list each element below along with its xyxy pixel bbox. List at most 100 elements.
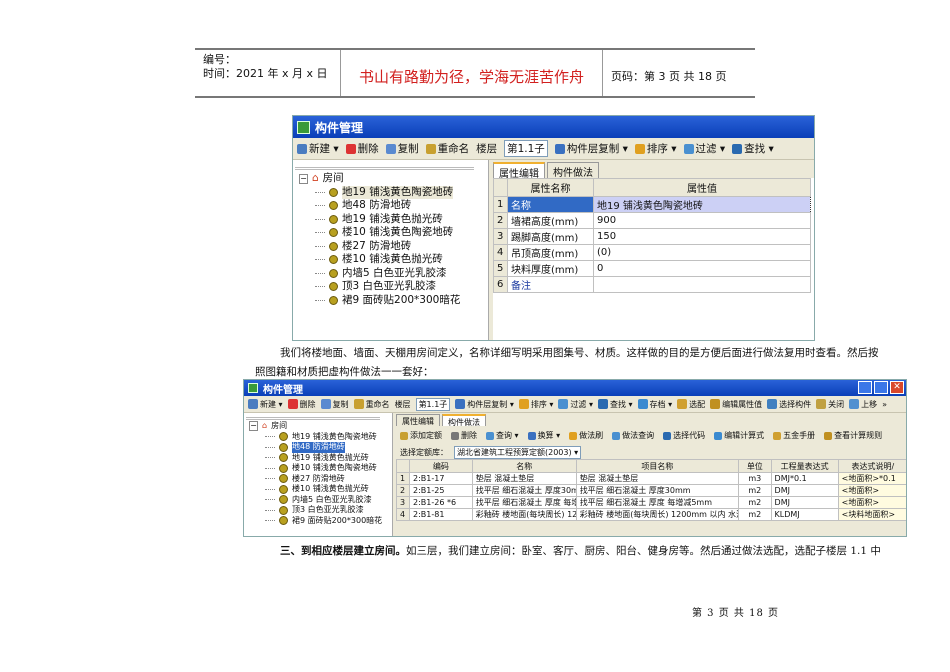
toolbar-button-label: 过滤 ▾ (695, 143, 726, 155)
table-row[interactable]: 3 踢脚高度(mm) 150 (493, 228, 811, 245)
floor-select[interactable]: 第1.1子 (504, 140, 548, 157)
toolbar-button-label: 构件层复制 ▾ (467, 399, 514, 409)
toolbar-button-label: 选配 (689, 399, 706, 409)
quantity-expression[interactable]: DMJ (770, 484, 839, 497)
toolbar-button[interactable]: 删除 (345, 141, 379, 156)
tree-item-label: 地48 防滑地砖 (342, 199, 412, 211)
tree-item[interactable]: 顶3 白色亚光乳胶漆 (249, 505, 387, 516)
expression-description: <地面积>*0.1 (837, 472, 906, 485)
toolbar-icon (345, 143, 356, 154)
table-row[interactable]: 1 2:B1-17 垫层 混凝土垫层 垫层 混凝土垫层 m3 DMJ*0.1 <地面积>*0… (396, 472, 906, 485)
toolbar-button[interactable]: 上移 (849, 399, 877, 410)
quota-code: 2:B1-26 *6 (408, 496, 473, 509)
tree-item[interactable]: 内墙5 白色亚光乳胶漆 (299, 267, 482, 281)
toolbar-button[interactable]: 复制 (320, 399, 349, 410)
property-value[interactable] (593, 276, 811, 293)
section-text: 如三层，我们建立房间：卧室、客厅、厨房、阳台、健身房等。然后通过做法选配，选配子… (406, 545, 881, 557)
tree-root[interactable]: − ⌂ 房间 (249, 421, 387, 432)
column-header: 名称 (471, 459, 577, 473)
quantity-expression[interactable]: DMJ*0.1 (770, 472, 839, 485)
toolbar-button[interactable]: 新建 ▾ (248, 399, 283, 410)
toolbar-icon (297, 143, 307, 154)
tree-item-label: 楼27 防滑地砖 (342, 239, 412, 252)
toolbar-button[interactable]: 重命名 (425, 141, 469, 156)
tree-item[interactable]: 地19 铺浅黄色抛光砖 (299, 213, 482, 227)
quantity-expression[interactable]: KLDMJ (770, 508, 839, 521)
toolbar-button[interactable]: 删除 (287, 399, 316, 410)
table-row[interactable]: 2 2:B1-25 找平层 细石混凝土 厚度30mm 找平层 细石混凝土 厚度30mm… (396, 484, 906, 497)
quota-toolbar-button[interactable]: 编辑计算式 (714, 430, 764, 441)
quota-toolbar-button[interactable]: 五金手册 (773, 430, 815, 441)
quota-toolbar-button[interactable]: 换算 ▾ (527, 430, 560, 441)
tree-item[interactable]: 楼10 铺浅黄色抛光砖 (299, 253, 482, 267)
toolbar-button[interactable]: 过滤 ▾ (558, 399, 593, 410)
tree-item[interactable]: 地48 防滑地砖 (299, 199, 482, 213)
tree-root[interactable]: − ⌂ 房间 (299, 172, 482, 186)
quota-toolbar-button[interactable]: 做法刷 (569, 430, 603, 441)
tree-item[interactable]: 楼27 防滑地砖 (249, 474, 387, 485)
table-row[interactable]: 6 备注 (493, 276, 811, 293)
tree-item[interactable]: 地48 防滑地砖 (249, 442, 387, 453)
close-button[interactable]: ✕ (890, 381, 904, 394)
toolbar-icon (773, 431, 782, 440)
tree-item[interactable]: 地19 铺浅黄色抛光砖 (249, 453, 387, 464)
floor-select[interactable]: 第1.1子 (415, 397, 451, 411)
quota-toolbar-button[interactable]: 添加定额 (400, 430, 442, 441)
quota-toolbar-button[interactable]: 选择代码 (663, 430, 705, 441)
table-row[interactable]: 5 块料厚度(mm) 0 (493, 260, 811, 277)
toolbar-button-label: 关闭 (828, 399, 845, 409)
row-number: 4 (396, 508, 410, 521)
toolbar-button[interactable]: 编辑属性值 (710, 399, 762, 410)
tree-item[interactable]: 裙9 面砖贴200*300暗花 (299, 294, 482, 308)
toolbar-button[interactable]: 选择构件 (767, 399, 811, 410)
property-value[interactable]: (0) (593, 244, 811, 261)
toolbar-button[interactable]: 排序 ▾ (518, 399, 553, 410)
toolbar-button[interactable]: 重命名 (353, 399, 390, 410)
collapse-icon[interactable]: − (249, 421, 258, 432)
table-row[interactable]: 42:B1-81彩釉砖 楼地面(每块周长) 1200mm彩釉砖 楼地面(每块周长… (396, 508, 906, 521)
toolbar-button[interactable]: 查找 ▾ (732, 141, 774, 156)
toolbar-icon (455, 399, 466, 409)
toolbar-button[interactable]: 查找 ▾ (597, 399, 633, 410)
toolbar-button[interactable]: 排序 ▾ (634, 141, 677, 156)
toolbar-button[interactable]: 新建 ▾ (297, 141, 339, 156)
property-value[interactable]: 900 (593, 212, 811, 229)
quota-toolbar-button[interactable]: 删除 (451, 430, 477, 441)
tree-item[interactable]: 楼10 铺浅黄色陶瓷地砖 (249, 463, 387, 474)
tree-item[interactable]: 裙9 面砖贴200*300暗花 (249, 516, 387, 527)
toolbar-button[interactable]: 复制 (385, 141, 419, 156)
property-value[interactable]: 0 (593, 260, 811, 277)
quantity-expression[interactable]: DMJ (770, 496, 839, 509)
table-row[interactable]: 32:B1-26 *6找平层 细石混凝土 厚度 每增减5找平层 细石混凝土 厚度… (396, 496, 906, 509)
table-row[interactable]: 1 名称 地19 铺浅黄色陶瓷地砖 (493, 196, 811, 213)
quota-toolbar-button[interactable]: 查看计算规则 (824, 430, 882, 441)
toolbar-button-label: 查找 ▾ (744, 143, 774, 155)
quota-library-select[interactable]: 湖北省建筑工程预算定额(2003) ▾ (454, 445, 582, 459)
tree-item[interactable]: 楼10 铺浅黄色抛光砖 (249, 484, 387, 495)
table-row[interactable]: 4 吊顶高度(mm) (0) (493, 244, 811, 261)
minimize-button[interactable] (858, 381, 872, 394)
tree-item[interactable]: 地19 铺浅黄色陶瓷地砖 (299, 185, 482, 199)
maximize-button[interactable] (874, 381, 888, 394)
property-value[interactable]: 地19 铺浅黄色陶瓷地砖 (593, 196, 811, 213)
toolbar-button[interactable]: 过滤 ▾ (683, 141, 726, 156)
component-icon (279, 516, 288, 526)
tree-item[interactable]: 楼10 铺浅黄色陶瓷地砖 (299, 226, 482, 240)
toolbar-button[interactable]: 构件层复制 ▾ (455, 399, 514, 410)
toolbar-button[interactable]: 选配 (677, 399, 705, 410)
property-value[interactable]: 150 (593, 228, 811, 245)
quota-toolbar-button[interactable]: 做法查询 (612, 430, 654, 441)
collapse-icon[interactable]: − (299, 173, 308, 184)
tree-item[interactable]: 地19 铺浅黄色陶瓷地砖 (249, 432, 387, 443)
tree-item[interactable]: 楼27 防滑地砖 (299, 240, 482, 254)
tree-item[interactable]: 顶3 白色亚光乳胶漆 (299, 280, 482, 294)
unit: m2 (738, 484, 772, 497)
toolbar-button[interactable]: 关闭 (816, 399, 844, 410)
toolbar-button[interactable]: » (882, 400, 887, 409)
toolbar-icon (353, 399, 364, 409)
toolbar-button[interactable]: 存档 ▾ (637, 399, 672, 410)
table-row[interactable]: 2 墙裙高度(mm) 900 (493, 212, 811, 229)
quota-toolbar-button[interactable]: 查询 ▾ (486, 430, 519, 441)
toolbar-button[interactable]: 构件层复制 ▾ (554, 141, 628, 156)
tree-item[interactable]: 内墙5 白色亚光乳胶漆 (249, 495, 387, 506)
